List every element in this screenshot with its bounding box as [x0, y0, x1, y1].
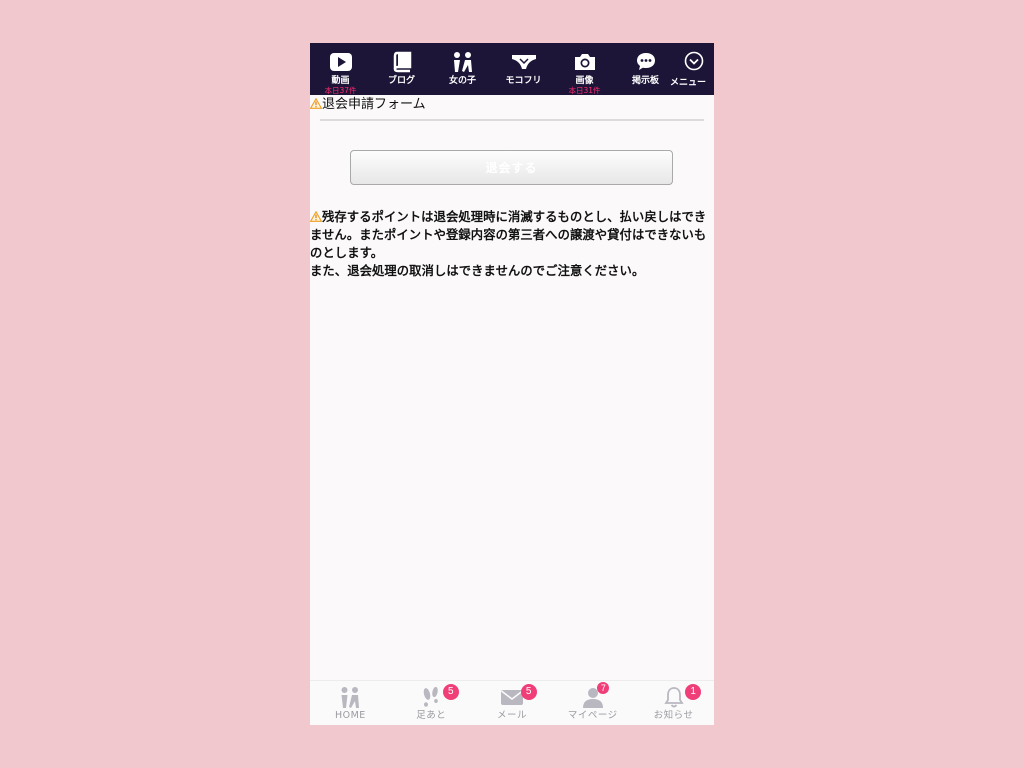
mail-badge: 5 [520, 684, 537, 700]
form-title-text: 退会申請フォーム [322, 97, 426, 112]
nav-label: モコフリ [505, 76, 542, 86]
warning-icon [310, 98, 322, 109]
underwear-icon [493, 51, 554, 73]
chat-bubble-icon [615, 51, 676, 73]
bottom-nav-label: メール [496, 710, 527, 721]
user-icon [552, 685, 633, 709]
nav-label: メニュー [670, 78, 707, 88]
nav-label: 女の子 [448, 76, 476, 86]
nav-item-mokofuri[interactable]: モコフリ [493, 43, 554, 95]
bottom-nav-notifications[interactable]: お知らせ 1 [633, 681, 714, 725]
mail-icon [472, 685, 553, 709]
camera-icon [554, 51, 615, 73]
nav-item-blog[interactable]: ブログ [371, 43, 432, 95]
withdraw-button[interactable]: 退会する [350, 150, 673, 185]
bottom-nav-mypage[interactable]: マイページ 7 [552, 681, 633, 725]
bottom-nav-label: 足あと [416, 710, 447, 721]
nav-today-count: 本日37件 [324, 86, 357, 95]
bottom-nav: HOME 足あと 5 メール 5 マイページ 7 お知らせ 1 [310, 680, 714, 725]
nav-today-count: 本日31件 [568, 86, 601, 95]
home-girls-icon [310, 685, 391, 709]
nav-item-videos[interactable]: 動画 本日37件 [310, 43, 371, 95]
girls-icon [432, 51, 493, 73]
play-icon [310, 51, 371, 73]
bottom-nav-home[interactable]: HOME [310, 681, 391, 725]
nav-label: ブログ [387, 76, 415, 86]
bottom-nav-mail[interactable]: メール 5 [472, 681, 553, 725]
notice-text-1: 残存するポイントは退会処理時に消滅するものとし、払い戻しはできません。またポイン… [310, 210, 707, 260]
nav-item-menu[interactable]: メニュー [670, 43, 714, 95]
book-icon [371, 51, 432, 73]
nav-label: 掲示板 [631, 76, 659, 86]
withdraw-notice: 残存するポイントは退会処理時に消滅するものとし、払い戻しはできません。またポイン… [310, 208, 714, 280]
bottom-nav-footprints[interactable]: 足あと 5 [391, 681, 472, 725]
warning-icon [310, 211, 322, 222]
nav-item-images[interactable]: 画像 本日31件 [554, 43, 615, 95]
chevron-down-circle-icon [676, 51, 714, 73]
notice-text-2: また、退会処理の取消しはできませんのでご注意ください。 [310, 264, 645, 278]
bottom-nav-label: マイページ [567, 710, 618, 721]
bottom-nav-label: お知らせ [653, 710, 694, 721]
bell-icon [633, 685, 714, 709]
divider [320, 119, 704, 121]
nav-item-girls[interactable]: 女の子 [432, 43, 493, 95]
bottom-nav-label: HOME [334, 710, 366, 721]
top-nav: 動画 本日37件 ブログ 女の子 モコフリ 画像 本日31件 掲示板 メニュー [310, 43, 714, 95]
phone-screen: 動画 本日37件 ブログ 女の子 モコフリ 画像 本日31件 掲示板 メニュー … [310, 43, 714, 725]
footprints-icon [391, 685, 472, 709]
footprints-badge: 5 [442, 684, 459, 700]
nav-item-board[interactable]: 掲示板 [615, 43, 676, 95]
page-title: 退会申請フォーム [310, 97, 426, 113]
